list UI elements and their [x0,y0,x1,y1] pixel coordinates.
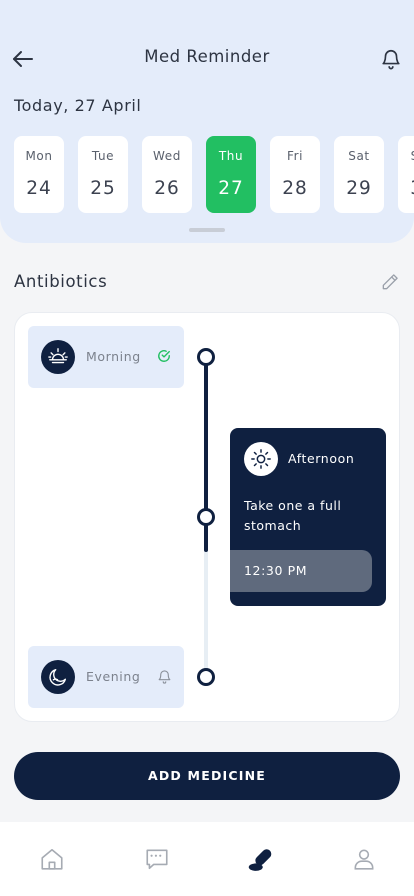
timeline-node-evening [197,668,215,686]
tab-home[interactable] [37,844,67,874]
day-number: 26 [154,178,180,199]
chat-icon [146,849,168,870]
pencil-icon [382,274,398,290]
day-number: 24 [26,178,52,199]
home-icon [41,848,63,870]
tab-profile[interactable] [349,844,379,874]
sun-icon [244,442,278,476]
day-sun[interactable]: Sun 30 [398,136,414,213]
timeline-node-morning [197,348,215,366]
slot-label: Evening [86,669,141,684]
sunrise-icon [41,340,75,374]
bell-icon[interactable] [156,668,172,684]
slot-evening[interactable]: Evening [28,646,184,708]
day-fri[interactable]: Fri 28 [270,136,320,213]
day-number: 27 [218,178,244,199]
bell-icon [382,50,400,70]
day-name: Sun [398,149,414,163]
header: Med Reminder Today, 27 April Mon 24 Tue 25… [0,0,414,243]
timeline-node-afternoon [197,508,215,526]
page-title: Med Reminder [144,47,270,66]
day-number: 25 [90,178,116,199]
slot-label: Morning [86,349,141,364]
slot-label: Afternoon [288,451,355,466]
day-name: Fri [286,149,304,163]
bottom-tab-bar [0,822,414,896]
day-selector: Mon 24 Tue 25 Wed 26 Thu 27 Fri 28 Sat 29 Sun 3… [14,136,414,213]
day-name: Sat [348,149,370,163]
add-medicine-button[interactable]: ADD MEDICINE [14,752,400,800]
check-circle-icon [156,348,172,364]
day-wed[interactable]: Wed 26 [142,136,192,213]
profile-icon [354,849,374,870]
day-name: Tue [91,149,115,163]
medication-name: Antibiotics [14,272,108,291]
day-name: Wed [153,149,181,163]
edit-button[interactable] [378,270,402,294]
day-number: 28 [282,178,308,199]
dose-time[interactable]: 12:30 PM [230,550,372,592]
day-sat[interactable]: Sat 29 [334,136,384,213]
notifications-button[interactable] [378,46,404,72]
tab-messages[interactable] [142,844,172,874]
day-number: 30 [398,178,414,199]
tab-medicines[interactable] [246,844,276,874]
slot-afternoon[interactable]: Afternoon Take one a full stomach 12:30 … [230,428,386,606]
dose-note: Take one a full stomach [244,498,342,533]
slot-morning[interactable]: Morning [28,326,184,388]
date-heading: Today, 27 April [14,96,142,115]
pills-icon [248,849,272,871]
day-name: Mon [25,149,53,163]
day-name: Thu [218,149,244,163]
med-reminder-screen: Med Reminder Today, 27 April Mon 24 Tue 25… [0,0,414,896]
day-tue[interactable]: Tue 25 [78,136,128,213]
day-thu[interactable]: Thu 27 [206,136,256,213]
day-mon[interactable]: Mon 24 [14,136,64,213]
drag-handle[interactable] [189,228,225,232]
day-number: 29 [346,178,372,199]
moon-icon [41,660,75,694]
